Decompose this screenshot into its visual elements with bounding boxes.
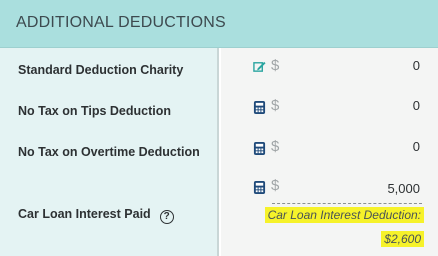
car-loan-deduction-note-label: Car Loan Interest Deduction:: [264, 207, 424, 223]
row-label-no-tax-on-tips: No Tax on Tips Deduction: [18, 104, 172, 118]
section-title: ADDITIONAL DEDUCTIONS: [16, 14, 226, 31]
calculator-icon[interactable]: [253, 181, 266, 194]
row-label-car-loan-interest: Car Loan Interest Paid?: [18, 207, 174, 224]
calculator-icon[interactable]: [253, 101, 266, 114]
currency-symbol: $: [271, 138, 280, 155]
car-loan-deduction-note-value: $2,600: [381, 231, 424, 247]
row-label-no-tax-on-overtime: No Tax on Overtime Deduction: [18, 145, 200, 159]
amount-standard-deduction-charity[interactable]: 0: [360, 58, 420, 73]
section-header: ADDITIONAL DEDUCTIONS: [0, 0, 438, 48]
amount-no-tax-on-tips[interactable]: 0: [360, 98, 420, 113]
edit-icon[interactable]: [253, 60, 266, 73]
currency-symbol: $: [271, 97, 280, 114]
currency-symbol: $: [271, 177, 280, 194]
amount-no-tax-on-overtime[interactable]: 0: [360, 139, 420, 154]
currency-symbol: $: [271, 57, 280, 74]
car-loan-label-text: Car Loan Interest Paid: [18, 207, 151, 221]
calculator-icon[interactable]: [253, 142, 266, 155]
help-icon[interactable]: ?: [159, 210, 174, 224]
amount-input-underline: [272, 203, 422, 204]
amount-car-loan-interest[interactable]: 5,000: [340, 181, 420, 196]
row-label-standard-deduction-charity: Standard Deduction Charity: [18, 63, 184, 77]
